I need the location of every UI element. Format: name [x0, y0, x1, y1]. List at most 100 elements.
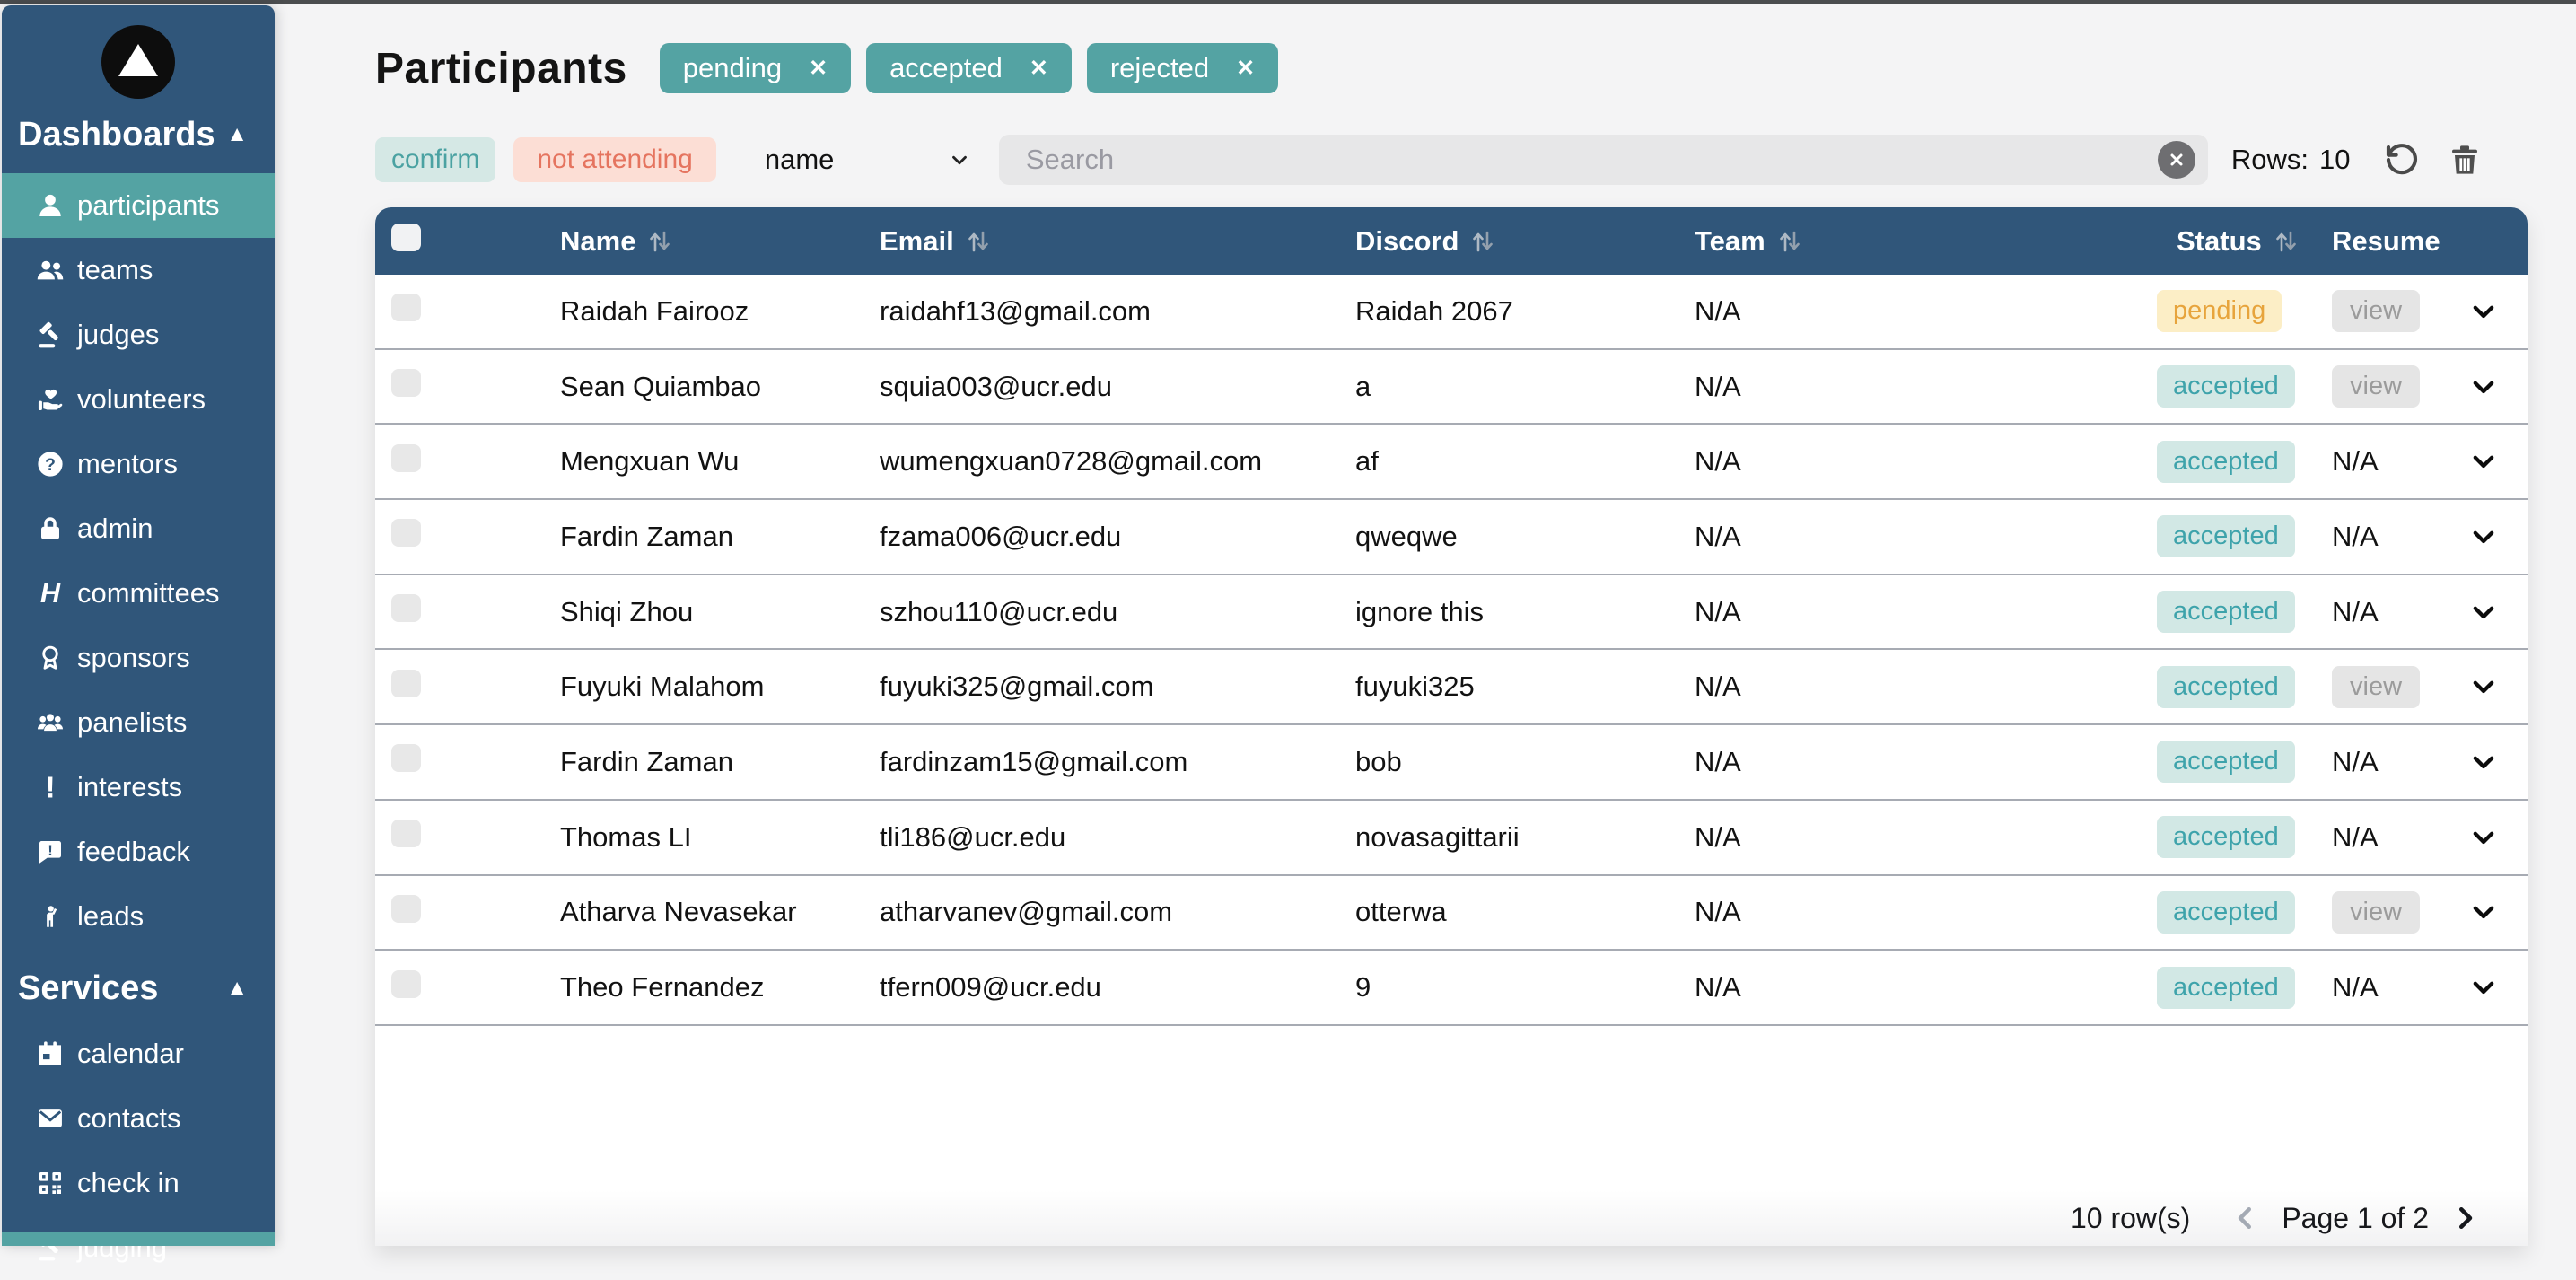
search-input[interactable]: [998, 135, 2208, 185]
sidebar-item-label: check in: [77, 1167, 180, 1198]
cell-email: raidahf13@gmail.com: [880, 294, 1151, 327]
sidebar: Dashboards ▲ participants teams judges v…: [2, 5, 275, 1263]
column-header-name[interactable]: Name: [560, 225, 880, 258]
chevron-down-icon[interactable]: [2468, 372, 2499, 402]
row-checkbox[interactable]: [391, 594, 421, 623]
column-header-status[interactable]: Status: [2157, 225, 2332, 258]
sidebar-item-label: volunteers: [77, 383, 206, 415]
sidebar-item-calendar[interactable]: calendar: [2, 1021, 275, 1086]
status-filter-chips: pending ✕ accepted ✕ rejected ✕: [659, 43, 1279, 93]
resume-view-button[interactable]: view: [2332, 290, 2421, 333]
confirm-filter-chip[interactable]: confirm: [375, 137, 496, 182]
sidebar-item-teams[interactable]: teams: [2, 238, 275, 302]
filter-chip-pending[interactable]: pending ✕: [659, 43, 852, 93]
app-logo[interactable]: [101, 25, 175, 99]
reset-button[interactable]: [2384, 142, 2420, 178]
cell-team: N/A: [1695, 294, 1741, 327]
sort-icon[interactable]: [648, 228, 671, 255]
chevron-down-icon[interactable]: [2468, 747, 2499, 777]
collapse-triangle-icon[interactable]: ▲: [226, 124, 248, 145]
sidebar-item-volunteers[interactable]: volunteers: [2, 367, 275, 432]
chevron-down-icon[interactable]: [2468, 446, 2499, 477]
row-checkbox[interactable]: [391, 443, 421, 472]
sidebar-item-admin[interactable]: admin: [2, 496, 275, 561]
cell-team: N/A: [1695, 971, 1741, 1004]
sort-icon[interactable]: [967, 228, 990, 255]
cell-discord: fuyuki325: [1355, 671, 1475, 703]
sidebar-item-mentors[interactable]: ? mentors: [2, 432, 275, 496]
resume-view-button[interactable]: view: [2332, 890, 2421, 934]
sidebar-item-judges[interactable]: judges: [2, 302, 275, 367]
chevron-down-icon[interactable]: [2468, 822, 2499, 853]
column-header-email[interactable]: Email: [880, 225, 1355, 258]
sidebar-item-contacts[interactable]: contacts: [2, 1086, 275, 1151]
row-checkbox[interactable]: [391, 820, 421, 848]
sidebar-item-committees[interactable]: H committees: [2, 561, 275, 626]
collapse-triangle-icon[interactable]: ▲: [226, 978, 248, 999]
row-checkbox[interactable]: [391, 744, 421, 773]
page-indicator: Page 1 of 2: [2282, 1201, 2429, 1234]
remove-icon[interactable]: ✕: [1236, 55, 1255, 82]
sidebar-item-panelists[interactable]: panelists: [2, 690, 275, 755]
section-label: Dashboards: [18, 115, 215, 153]
sidebar-item-interests[interactable]: ! interests: [2, 755, 275, 820]
cell-name: Atharva Nevasekar: [560, 896, 797, 928]
sidebar-item-sponsors[interactable]: sponsors: [2, 626, 275, 690]
exclamation-icon: !: [34, 772, 66, 802]
resume-view-button[interactable]: view: [2332, 365, 2421, 408]
row-checkbox[interactable]: [391, 969, 421, 998]
sidebar-item-participants[interactable]: participants: [2, 173, 275, 238]
remove-icon[interactable]: ✕: [1030, 55, 1048, 82]
sort-icon[interactable]: [2274, 228, 2298, 255]
person-wave-icon: [34, 901, 66, 932]
cell-email: fardinzam15@gmail.com: [880, 745, 1188, 777]
resume-view-button[interactable]: view: [2332, 665, 2421, 708]
chevron-down-icon[interactable]: [2468, 522, 2499, 552]
next-page-button[interactable]: [2449, 1202, 2481, 1234]
sidebar-item-judging[interactable]: judging: [2, 1215, 275, 1280]
users-icon: [34, 255, 66, 285]
chevron-down-icon: [951, 155, 967, 165]
sidebar-item-feedback[interactable]: ! feedback: [2, 820, 275, 884]
dashboards-nav: participants teams judges volunteers ? m…: [2, 173, 275, 949]
filter-chip-accepted[interactable]: accepted ✕: [866, 43, 1072, 93]
chevron-down-icon[interactable]: [2468, 897, 2499, 927]
row-checkbox[interactable]: [391, 669, 421, 697]
column-label: Discord: [1355, 224, 1459, 257]
select-all-checkbox[interactable]: [391, 224, 421, 251]
resume-value: N/A: [2332, 971, 2379, 1004]
sort-icon[interactable]: [1778, 228, 1801, 255]
cell-discord: otterwa: [1355, 896, 1447, 928]
status-badge: accepted: [2157, 966, 2295, 1009]
chevron-down-icon[interactable]: [2468, 972, 2499, 1003]
status-badge: accepted: [2157, 591, 2295, 634]
row-checkbox[interactable]: [391, 894, 421, 923]
chevron-down-icon[interactable]: [2468, 597, 2499, 627]
chevron-down-icon[interactable]: [2468, 296, 2499, 327]
row-checkbox[interactable]: [391, 519, 421, 548]
svg-text:?: ?: [45, 456, 56, 475]
sidebar-section-services[interactable]: Services ▲: [2, 967, 275, 1010]
row-checkbox[interactable]: [391, 294, 421, 322]
column-header-discord[interactable]: Discord: [1355, 225, 1695, 258]
clear-search-button[interactable]: [2157, 141, 2195, 179]
cell-email: tfern009@ucr.edu: [880, 971, 1101, 1004]
delete-button[interactable]: [2447, 142, 2483, 178]
cell-email: atharvanev@gmail.com: [880, 896, 1173, 928]
column-header-team[interactable]: Team: [1695, 225, 2157, 258]
table-header-row: Name Email Discord Team Status Resume: [375, 207, 2528, 275]
sidebar-item-leads[interactable]: leads: [2, 884, 275, 949]
sidebar-section-dashboards[interactable]: Dashboards ▲: [2, 113, 275, 156]
chevron-down-icon[interactable]: [2468, 671, 2499, 702]
previous-page-button[interactable]: [2230, 1202, 2262, 1234]
filter-chip-label: rejected: [1109, 52, 1210, 83]
table-footer: 10 row(s) Page 1 of 2: [375, 1190, 2528, 1246]
sidebar-item-check-in[interactable]: check in: [2, 1151, 275, 1215]
sidebar-bottom-accent: [2, 1232, 275, 1246]
remove-icon[interactable]: ✕: [809, 55, 828, 82]
filter-chip-rejected[interactable]: rejected ✕: [1086, 43, 1279, 93]
not-attending-filter-chip[interactable]: not attending: [513, 137, 716, 182]
sort-icon[interactable]: [1471, 228, 1494, 255]
search-column-select[interactable]: name: [756, 135, 977, 185]
row-checkbox[interactable]: [391, 369, 421, 398]
